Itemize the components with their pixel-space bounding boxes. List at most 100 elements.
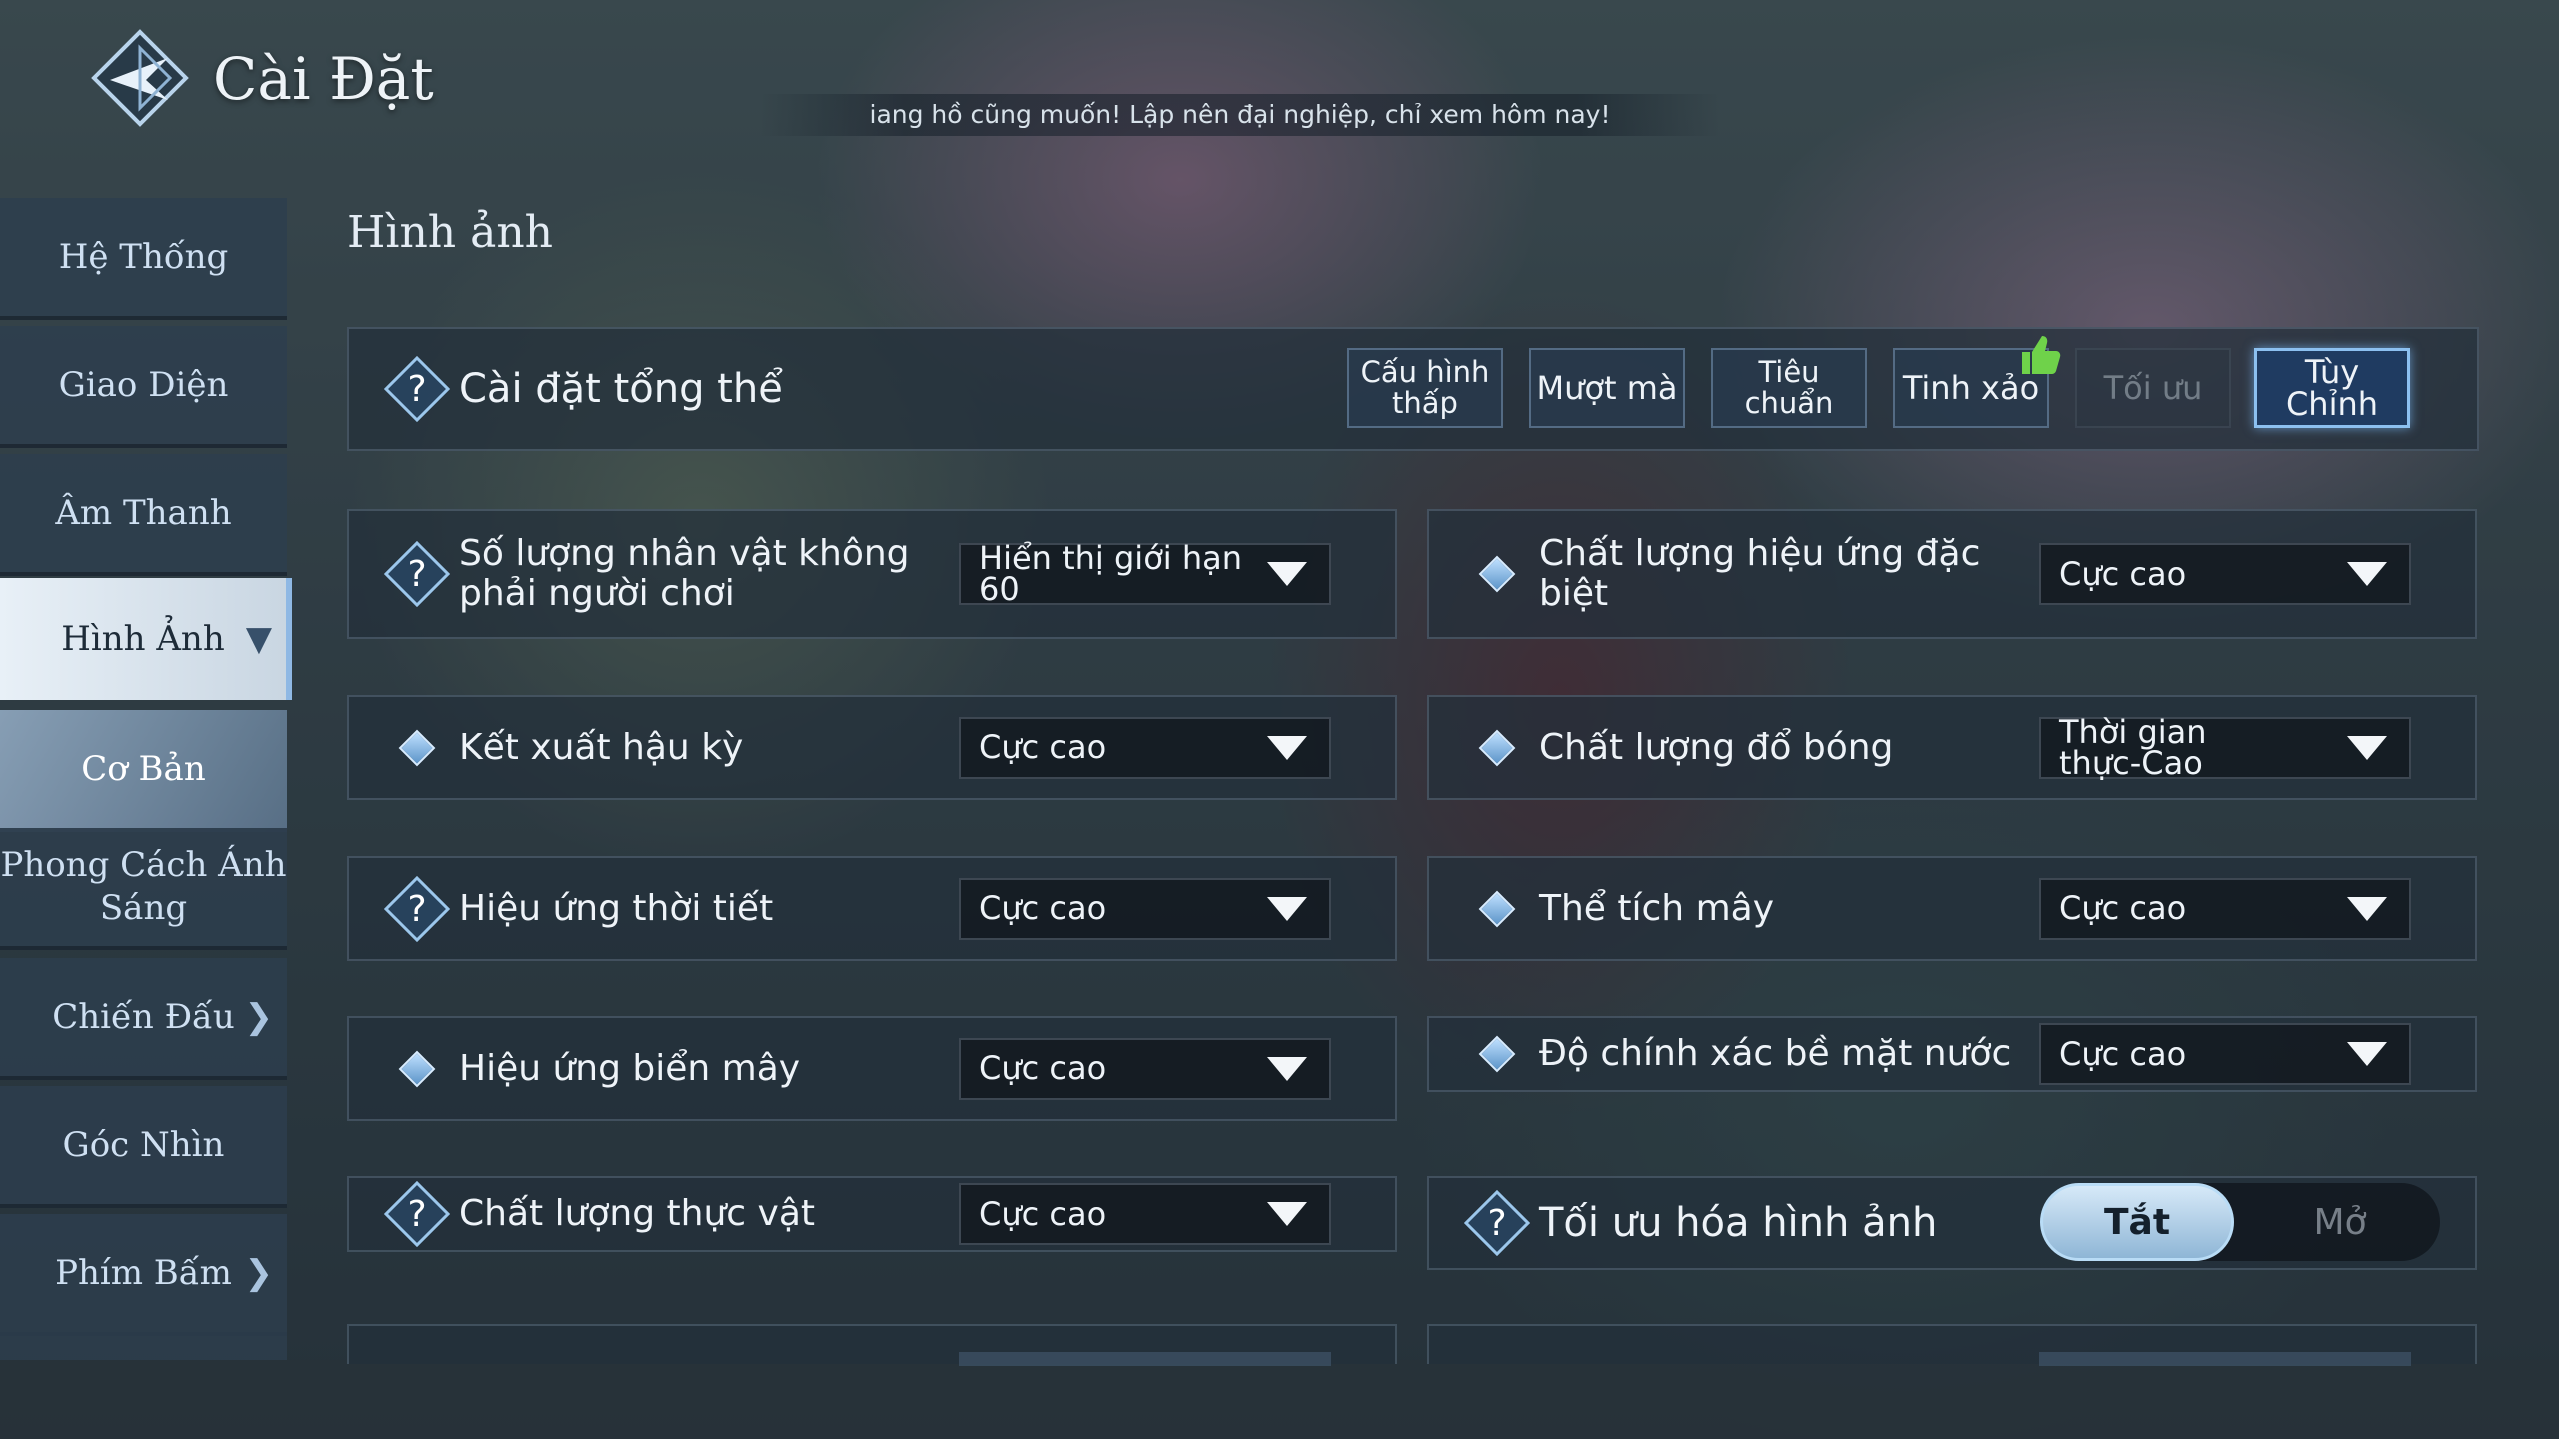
- dropdown-arrow-icon: [1267, 1056, 1307, 1081]
- thumbs-up-icon: [2022, 336, 2061, 374]
- news-ticker: iang hồ cũng muốn! Lập nên đại nghiệp, c…: [760, 94, 1720, 136]
- section-title: Hình ảnh: [347, 207, 554, 258]
- preset-custom-button[interactable]: Tùy Chỉnh: [2254, 348, 2410, 428]
- dropdown-arrow-icon: [2347, 562, 2387, 586]
- setting-row-partial: [1427, 1324, 2477, 1366]
- setting-label: Chất lượng hiệu ứng đặc biệt: [1539, 533, 1981, 614]
- sidebar-item-system[interactable]: Hệ Thống: [0, 198, 287, 320]
- vegetation-quality-row: ? Chất lượng thực vật Cực cao: [347, 1176, 1397, 1252]
- question-icon[interactable]: ?: [384, 1181, 450, 1247]
- question-icon[interactable]: ?: [384, 356, 450, 422]
- cloud-sea-dropdown[interactable]: Cực cao: [959, 1037, 1331, 1100]
- sidebar-item-label: Góc Nhìn: [62, 1125, 225, 1165]
- setting-row-partial: [347, 1324, 1397, 1366]
- diamond-icon: [1478, 555, 1516, 593]
- question-icon[interactable]: ?: [384, 875, 450, 942]
- preset-low-button[interactable]: Cấu hình thấp: [1347, 348, 1503, 428]
- diamond-icon: [1478, 1035, 1516, 1073]
- svg-text:?: ?: [407, 554, 426, 595]
- dropdown-partial: [959, 1352, 1331, 1366]
- preset-optimal-button[interactable]: Tối ưu: [2075, 348, 2231, 428]
- toggle-off-option[interactable]: Tắt: [2040, 1183, 2234, 1261]
- special-effects-dropdown[interactable]: Cực cao: [2039, 543, 2411, 605]
- shadow-quality-dropdown[interactable]: Thời gian thực-Cao: [2039, 716, 2411, 779]
- dropdown-arrow-icon: [2347, 896, 2387, 921]
- sidebar-item-label: Hệ Thống: [58, 237, 229, 277]
- preset-standard-button[interactable]: Tiêu chuẩn: [1711, 348, 1867, 428]
- shadow-quality-row: Chất lượng đổ bóng Thời gian thực-Cao: [1427, 695, 2477, 800]
- sidebar-item-camera[interactable]: Góc Nhìn: [0, 1086, 287, 1208]
- preset-smooth-button[interactable]: Mượt mà: [1529, 348, 1685, 428]
- cloud-volume-dropdown[interactable]: Cực cao: [2039, 877, 2411, 940]
- svg-text:?: ?: [407, 369, 426, 410]
- toggle-on-option[interactable]: Mở: [2240, 1183, 2440, 1261]
- sidebar-item-label: Cơ Bản: [81, 749, 206, 789]
- water-surface-dropdown[interactable]: Cực cao: [2039, 1023, 2411, 1085]
- dropdown-value: Cực cao: [2059, 889, 2187, 927]
- question-icon[interactable]: ?: [384, 541, 450, 607]
- overall-settings-label: Cài đặt tổng thể: [459, 366, 783, 412]
- dropdown-arrow-icon: [1267, 735, 1307, 760]
- post-processing-dropdown[interactable]: Cực cao: [959, 716, 1331, 779]
- special-effects-row: Chất lượng hiệu ứng đặc biệt Cực cao: [1427, 509, 2477, 639]
- dropdown-value: Cực cao: [979, 889, 1107, 927]
- dropdown-arrow-icon: [1267, 562, 1307, 586]
- sidebar-item-combat[interactable]: Chiến Đấu ❯: [0, 958, 287, 1080]
- sidebar-item-label: Phong Cách Ánh Sáng: [0, 845, 287, 928]
- page-title: Cài Đặt: [213, 45, 434, 113]
- sidebar-item-keybinds[interactable]: Phím Bấm ❯: [0, 1214, 287, 1336]
- dropdown-arrow-icon: [1267, 896, 1307, 921]
- diamond-icon: [1478, 729, 1516, 766]
- diamond-icon: [398, 729, 436, 766]
- setting-label: Thể tích mây: [1539, 887, 1775, 929]
- dropdown-value: Cực cao: [2059, 1034, 2187, 1073]
- sidebar-item-label: Chiến Đấu: [52, 997, 235, 1037]
- sidebar-subitem-lighting-style[interactable]: Phong Cách Ánh Sáng: [0, 828, 287, 950]
- diamond-icon: [398, 1050, 436, 1087]
- settings-logo-icon: [91, 29, 189, 127]
- dropdown-arrow-icon: [2347, 1042, 2387, 1066]
- sidebar-item-label: Hình Ảnh: [61, 619, 225, 659]
- image-optimization-toggle[interactable]: Tắt Mở: [2040, 1183, 2440, 1261]
- dropdown-partial: [2039, 1352, 2411, 1366]
- npc-count-dropdown[interactable]: Hiển thị giới hạn 60: [959, 539, 1331, 608]
- dropdown-value: Cực cao: [979, 1194, 1107, 1233]
- weather-effects-dropdown[interactable]: Cực cao: [959, 877, 1331, 940]
- dropdown-value: Cực cao: [979, 1049, 1107, 1087]
- sidebar-subitem-basic[interactable]: Cơ Bản: [0, 710, 287, 832]
- dropdown-value: Cực cao: [979, 728, 1107, 766]
- dropdown-value: Hiển thị giới hạn 60: [979, 539, 1242, 608]
- npc-count-row: ? Số lượng nhân vật không phải người chơ…: [347, 509, 1397, 639]
- sidebar-item-interface[interactable]: Giao Diện: [0, 326, 287, 448]
- setting-label: Hiệu ứng thời tiết: [459, 887, 774, 929]
- svg-text:?: ?: [407, 1194, 426, 1235]
- setting-label: Chất lượng đổ bóng: [1539, 726, 1894, 768]
- svg-text:?: ?: [407, 889, 426, 930]
- dropdown-value: Cực cao: [2059, 554, 2187, 593]
- chevron-down-icon: ▼: [245, 619, 272, 659]
- weather-effects-row: ? Hiệu ứng thời tiết Cực cao: [347, 856, 1397, 961]
- bottom-shade: [0, 1360, 2559, 1439]
- setting-label: Kết xuất hậu kỳ: [459, 726, 744, 768]
- setting-label: Hiệu ứng biển mây: [459, 1047, 801, 1089]
- sidebar-item-label: Âm Thanh: [55, 493, 232, 533]
- water-surface-row: Độ chính xác bề mặt nước Cực cao: [1427, 1016, 2477, 1092]
- vegetation-quality-dropdown[interactable]: Cực cao: [959, 1183, 1331, 1245]
- sidebar-item-partial: [0, 1332, 287, 1360]
- chevron-right-icon: ❯: [244, 1253, 274, 1293]
- setting-label: Số lượng nhân vật không phải người chơi: [459, 533, 910, 614]
- sidebar-item-label: Giao Diện: [58, 365, 229, 405]
- setting-label: Chất lượng thực vật: [459, 1193, 815, 1234]
- setting-label: Tối ưu hóa hình ảnh: [1539, 1200, 1938, 1246]
- sidebar-item-sound[interactable]: Âm Thanh: [0, 454, 287, 576]
- question-icon[interactable]: ?: [1464, 1190, 1530, 1256]
- sidebar-item-graphics[interactable]: Hình Ảnh ▼: [0, 578, 292, 700]
- dropdown-arrow-icon: [1267, 1202, 1307, 1226]
- dropdown-arrow-icon: [2347, 735, 2387, 760]
- post-processing-row: Kết xuất hậu kỳ Cực cao: [347, 695, 1397, 800]
- setting-label: Độ chính xác bề mặt nước: [1539, 1033, 2012, 1074]
- svg-text:?: ?: [1487, 1203, 1506, 1244]
- cloud-sea-row: Hiệu ứng biển mây Cực cao: [347, 1016, 1397, 1121]
- cloud-volume-row: Thể tích mây Cực cao: [1427, 856, 2477, 961]
- chevron-right-icon: ❯: [244, 997, 274, 1037]
